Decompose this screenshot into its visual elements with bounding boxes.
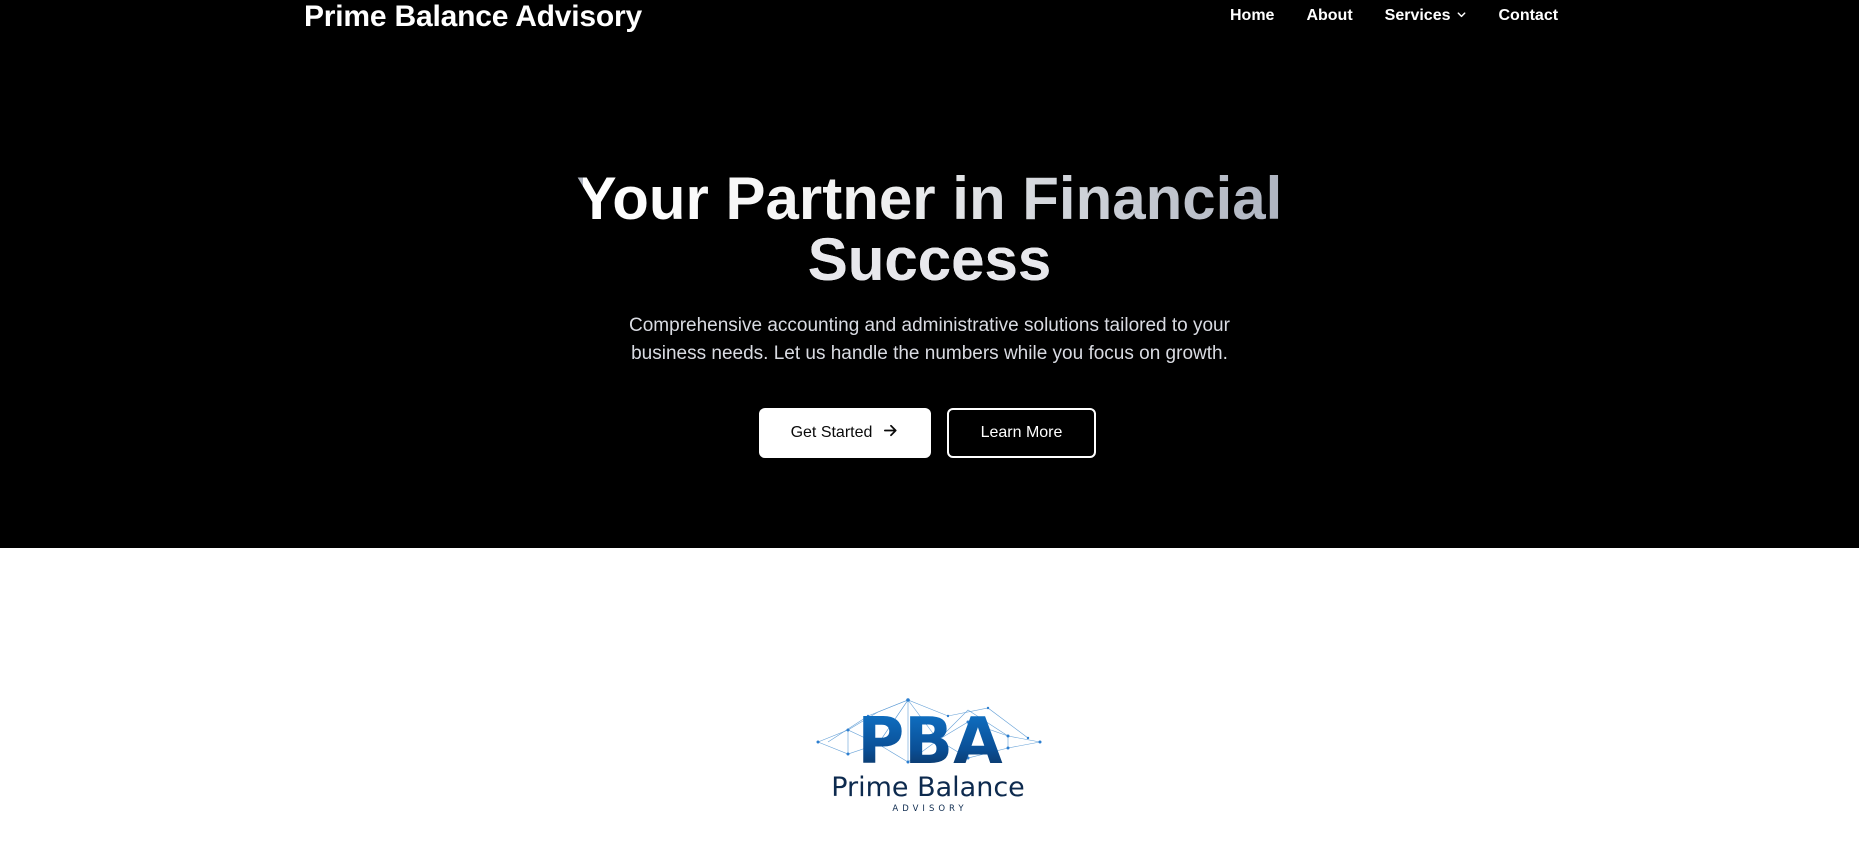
nav-item-services[interactable]: Services bbox=[1385, 7, 1467, 25]
nav-item-label: Contact bbox=[1498, 7, 1559, 24]
arrow-right-icon bbox=[882, 422, 899, 444]
nav-item-label: About bbox=[1306, 7, 1353, 24]
learn-more-label: Learn More bbox=[980, 424, 1063, 441]
hero-subtitle-line1: Comprehensive accounting and administrat… bbox=[629, 315, 1230, 336]
logo-monogram: PBA bbox=[857, 705, 1003, 779]
logo-name: Prime Balance bbox=[831, 772, 1025, 803]
nav-item-contact[interactable]: Contact bbox=[1499, 7, 1559, 25]
hero-section: Prime Balance Advisory Home About Servic… bbox=[0, 0, 1859, 548]
company-logo: PBA Prime Balance ADVISORY bbox=[808, 692, 1052, 818]
logo-tagline: ADVISORY bbox=[892, 804, 967, 814]
hero-title-line1: Your Partner in Financial bbox=[576, 165, 1283, 232]
brand-name[interactable]: Prime Balance Advisory bbox=[304, 0, 642, 34]
hero-subtitle-line2: business needs. Let us handle the number… bbox=[631, 343, 1228, 364]
nav-item-label: Home bbox=[1230, 7, 1275, 24]
hero-title-line2: Success bbox=[807, 226, 1052, 293]
get-started-label: Get Started bbox=[790, 424, 873, 441]
nav-item-about[interactable]: About bbox=[1306, 7, 1352, 25]
main-nav: Home About Services Contact bbox=[1230, 4, 1558, 28]
get-started-button[interactable]: Get Started bbox=[759, 408, 931, 458]
hero-title: Your Partner in Financial Success bbox=[0, 168, 1859, 290]
hero-subtitle: Comprehensive accounting and administrat… bbox=[0, 312, 1859, 368]
nav-item-label: Services bbox=[1384, 7, 1451, 24]
nav-item-home[interactable]: Home bbox=[1230, 7, 1274, 25]
chevron-down-icon bbox=[1456, 7, 1467, 25]
learn-more-button[interactable]: Learn More bbox=[947, 408, 1096, 458]
